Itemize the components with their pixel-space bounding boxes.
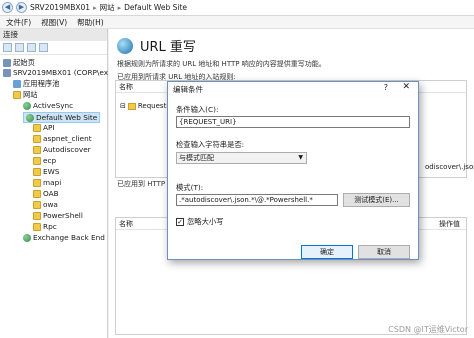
tree-item-api[interactable]: API bbox=[33, 123, 55, 132]
check-input-label: 检查输入字符串是否: bbox=[176, 140, 245, 149]
url-rewrite-icon bbox=[117, 37, 133, 54]
connections-toolbar bbox=[0, 41, 107, 55]
ignore-case-checkbox[interactable]: ✓ 忽略大小写 bbox=[176, 217, 223, 227]
dialog-titlebar: 编辑条件 ? ✕ bbox=[168, 82, 418, 96]
tree-item-exchange-back-end[interactable]: Exchange Back End bbox=[23, 233, 105, 242]
folder-icon bbox=[33, 211, 41, 220]
tree-item-autodiscover[interactable]: Autodiscover bbox=[33, 145, 91, 154]
tree-item-activesync[interactable]: ActiveSync bbox=[23, 101, 73, 110]
collapse-icon[interactable]: ⊟ bbox=[120, 102, 126, 110]
checkmark-icon[interactable]: ✓ bbox=[176, 218, 184, 226]
home-icon bbox=[3, 59, 11, 67]
folder-icon bbox=[33, 167, 41, 176]
folder-icon bbox=[33, 145, 41, 154]
check-input-value: 与模式匹配 bbox=[179, 154, 214, 162]
tree-item-sites[interactable]: 网站 bbox=[13, 90, 38, 100]
ignore-case-label: 忽略大小写 bbox=[187, 217, 224, 226]
globe-icon bbox=[23, 101, 31, 110]
tree-item-default-web-site[interactable]: Default Web Site bbox=[23, 112, 101, 123]
test-pattern-button[interactable]: 测试模式(E)... bbox=[343, 193, 410, 207]
save-icon[interactable] bbox=[15, 43, 24, 52]
pattern-field[interactable]: .*autodiscover\.json.*\@.*Powershell.* bbox=[176, 194, 338, 206]
breadcrumb-server[interactable]: SRV2019MBX01 bbox=[30, 3, 90, 12]
breadcrumb-sites[interactable]: 网站 bbox=[100, 2, 115, 13]
refresh-icon[interactable] bbox=[39, 43, 48, 52]
tree-item-aspnet-client[interactable]: aspnet_client bbox=[33, 134, 92, 143]
chevron-down-icon: ▼ bbox=[298, 154, 303, 161]
breadcrumb-site[interactable]: Default Web Site bbox=[124, 3, 187, 12]
page-title: URL 重写 bbox=[140, 40, 196, 55]
edit-condition-dialog: 编辑条件 ? ✕ 条件输入(C): {REQUEST_URI} 检查输入字符串是… bbox=[167, 81, 419, 260]
address-bar: ◀ ▶ SRV2019MBX01 ▸ 网站 ▸ Default Web Site bbox=[0, 0, 474, 16]
connections-panel: 连接 起始页 SRV2019MBX01 (CORP\ex 应用程序池 网站 Ac… bbox=[0, 29, 108, 338]
tree-item-oab[interactable]: OAB bbox=[33, 189, 59, 198]
forward-icon[interactable]: ▶ bbox=[16, 2, 27, 13]
menu-bar: 文件(F) 视图(V) 帮助(H) bbox=[0, 16, 474, 29]
outbound-caption: 已应用到 HTTP 响 bbox=[117, 180, 175, 188]
globe-icon bbox=[26, 113, 34, 122]
folder-icon bbox=[33, 189, 41, 198]
rule-pattern-value: odiscover\.json.* bbox=[425, 163, 474, 171]
condition-input-label: 条件输入(C): bbox=[176, 105, 219, 114]
check-input-select[interactable]: 与模式匹配 ▼ bbox=[176, 152, 307, 164]
tree-item-start-page[interactable]: 起始页 bbox=[3, 58, 35, 68]
dialog-title: 编辑条件 bbox=[173, 84, 203, 94]
page-header: URL 重写 bbox=[117, 36, 196, 55]
folder-icon bbox=[33, 134, 41, 143]
folder-icon bbox=[13, 91, 21, 99]
connect-icon[interactable] bbox=[3, 43, 12, 52]
folder-icon bbox=[33, 123, 41, 132]
vars-column-action[interactable]: 操作值 bbox=[439, 218, 460, 230]
tree-item-powershell[interactable]: PowerShell bbox=[33, 211, 83, 220]
folder-icon bbox=[33, 156, 41, 165]
help-icon[interactable]: ? bbox=[384, 83, 388, 92]
tree-item-owa[interactable]: owa bbox=[33, 200, 58, 209]
tree-item-server[interactable]: SRV2019MBX01 (CORP\ex bbox=[3, 68, 108, 77]
back-icon[interactable]: ◀ bbox=[2, 2, 13, 13]
cancel-button[interactable]: 取消 bbox=[358, 245, 410, 259]
breadcrumb-separator: ▸ bbox=[117, 3, 122, 12]
app-pool-icon bbox=[13, 80, 21, 88]
menu-file[interactable]: 文件(F) bbox=[6, 17, 31, 28]
watermark: CSDN @IT运维Victor bbox=[388, 325, 468, 334]
tree-item-ecp[interactable]: ecp bbox=[33, 156, 56, 165]
page-description: 根据规则为所请求的 URL 地址和 HTTP 响应的内容提供重写功能。 bbox=[117, 60, 326, 68]
menu-view[interactable]: 视图(V) bbox=[41, 17, 67, 28]
connections-header: 连接 bbox=[0, 29, 107, 41]
ok-button[interactable]: 确定 bbox=[301, 245, 353, 259]
folder-icon bbox=[33, 200, 41, 209]
rule-row[interactable]: ⊟ RequestB bbox=[120, 102, 171, 110]
folder-icon bbox=[33, 222, 41, 231]
tree-item-mapi[interactable]: mapi bbox=[33, 178, 61, 187]
pattern-label: 模式(T): bbox=[176, 183, 204, 192]
condition-input-field[interactable]: {REQUEST_URI} bbox=[176, 116, 410, 128]
tree-item-ews[interactable]: EWS bbox=[33, 167, 59, 176]
server-icon bbox=[3, 68, 11, 77]
close-icon[interactable]: ✕ bbox=[402, 82, 410, 92]
breadcrumb-separator: ▸ bbox=[93, 3, 97, 12]
tree-item-rpc[interactable]: Rpc bbox=[33, 222, 57, 231]
folder-icon bbox=[127, 102, 136, 110]
menu-help[interactable]: 帮助(H) bbox=[77, 17, 104, 28]
folder-up-icon[interactable] bbox=[27, 43, 36, 52]
folder-icon bbox=[33, 178, 41, 187]
tree-item-app-pools[interactable]: 应用程序池 bbox=[13, 79, 59, 89]
globe-icon bbox=[23, 233, 31, 242]
